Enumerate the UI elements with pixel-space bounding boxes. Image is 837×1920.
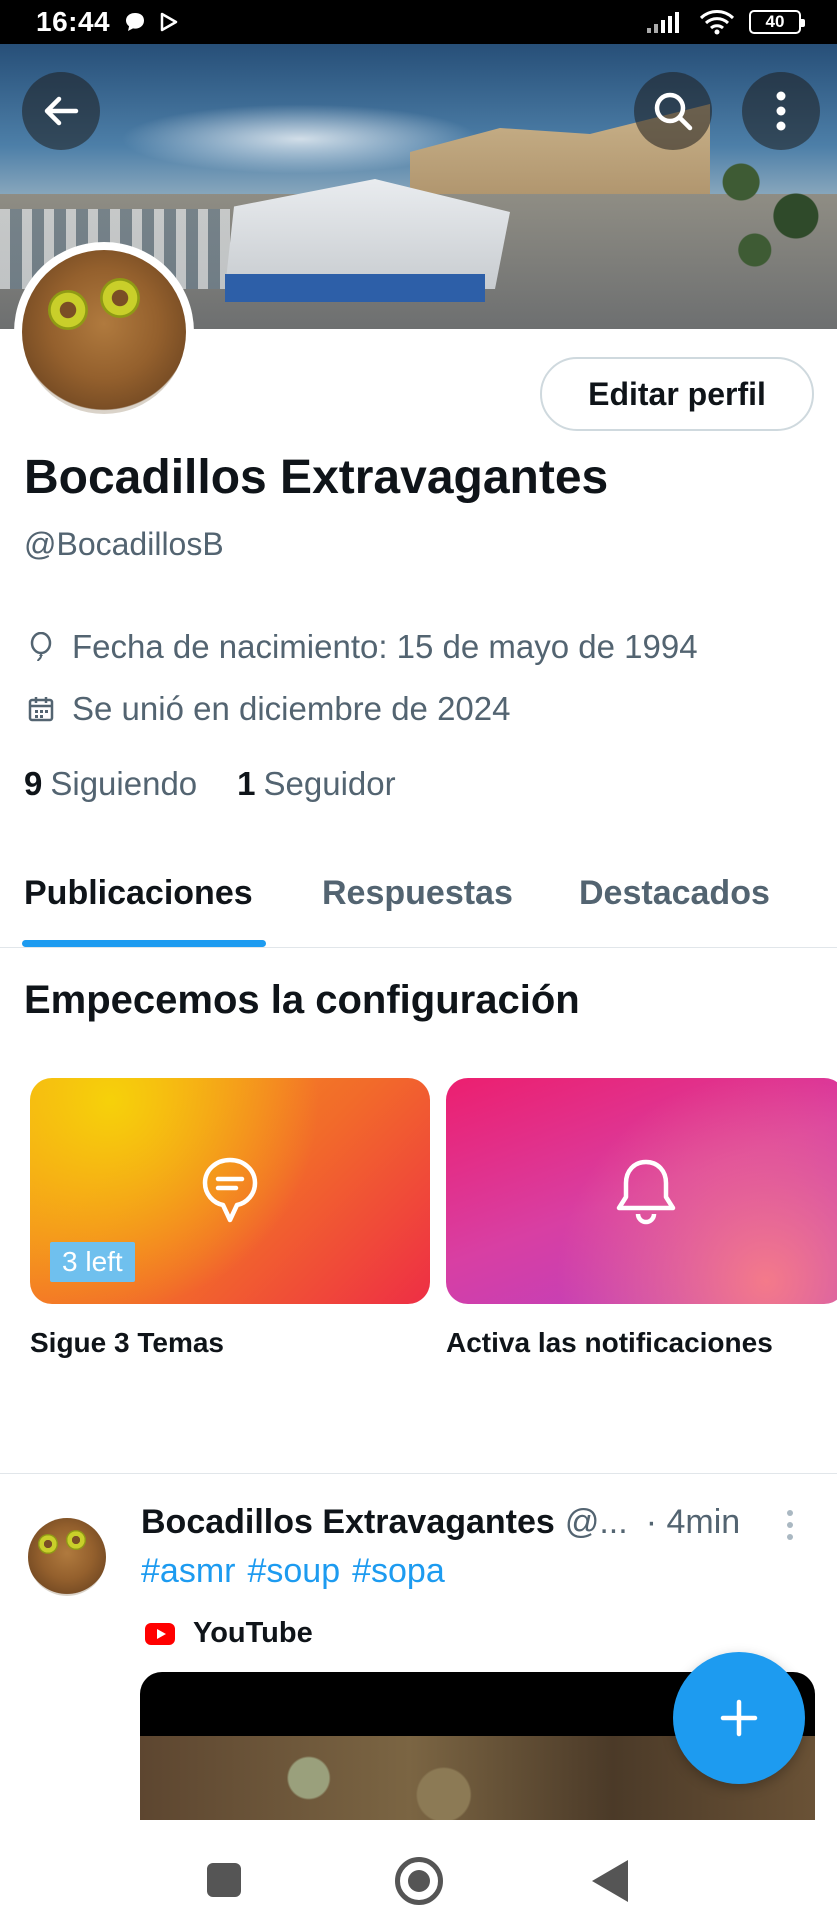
followers-link[interactable]: 1 Seguidor	[237, 765, 395, 803]
hashtag-link[interactable]: #asmr	[141, 1552, 235, 1591]
calendar-icon	[26, 694, 56, 724]
active-tab-indicator	[22, 940, 266, 947]
post-header: Bocadillos Extravagantes @... · 4min	[141, 1503, 740, 1542]
banner-building-base	[225, 274, 485, 302]
status-notification-icons	[124, 11, 178, 33]
search-icon	[654, 92, 693, 131]
battery-icon: 40	[749, 10, 805, 34]
more-vertical-icon	[787, 1510, 793, 1540]
post-hashtags: #asmr #soup #sopa	[141, 1552, 445, 1591]
birthdate-row: Fecha de nacimiento: 15 de mayo de 1994	[26, 628, 698, 666]
more-options-button[interactable]	[742, 72, 820, 150]
signal-icon	[647, 12, 679, 33]
post-author[interactable]: Bocadillos Extravagantes	[141, 1503, 555, 1542]
follow-topics-label: Sigue 3 Temas	[30, 1327, 225, 1358]
tab-respuestas[interactable]: Respuestas	[322, 874, 513, 913]
topic-bubble-icon	[202, 1157, 258, 1223]
youtube-icon	[145, 1622, 175, 1645]
post-source[interactable]: YouTube	[145, 1617, 313, 1650]
joined-text: Se unió en diciembre de 2024	[72, 690, 511, 727]
post-handle: @...	[564, 1503, 628, 1541]
setup-title: Empecemos la configuración	[24, 978, 580, 1022]
home-circle-icon[interactable]	[395, 1857, 443, 1905]
back-arrow-icon	[44, 96, 79, 126]
more-vertical-icon	[776, 91, 786, 131]
status-right-icons: 40	[645, 0, 805, 44]
system-nav-bar	[0, 1820, 837, 1920]
post-avatar[interactable]	[28, 1518, 106, 1596]
play-store-icon	[160, 12, 178, 32]
followers-label: Seguidor	[263, 765, 396, 802]
section-divider	[0, 1473, 837, 1474]
status-time: 16:44	[36, 6, 111, 37]
post-source-label: YouTube	[193, 1617, 313, 1649]
tab-destacados[interactable]: Destacados	[579, 874, 770, 913]
hashtag-link[interactable]: #soup	[247, 1552, 340, 1591]
birthdate-text: Fecha de nacimiento: 15 de mayo de 1994	[72, 628, 698, 665]
back-triangle-icon[interactable]	[592, 1860, 628, 1902]
profile-tabs: Publicaciones Respuestas Destacados	[0, 860, 837, 948]
joined-row: Se unió en diciembre de 2024	[26, 690, 510, 728]
topics-left-badge: 3 left	[50, 1242, 135, 1282]
post-time: · 4min	[645, 1503, 741, 1541]
balloon-icon	[26, 632, 56, 662]
avatar-image	[22, 250, 186, 414]
status-bar: 16:44 40	[0, 0, 837, 44]
plus-icon	[720, 1699, 758, 1737]
tab-publicaciones[interactable]: Publicaciones	[24, 874, 253, 913]
back-button[interactable]	[22, 72, 100, 150]
bell-icon	[616, 1159, 676, 1225]
post-more-button[interactable]	[785, 1509, 795, 1546]
chat-bubble-icon	[126, 13, 145, 31]
compose-button[interactable]	[673, 1652, 805, 1784]
wifi-icon	[699, 10, 735, 35]
following-label: Siguiendo	[50, 765, 198, 802]
follow-stats: 9 Siguiendo 1 Seguidor	[24, 765, 396, 803]
profile-avatar[interactable]	[14, 242, 194, 422]
edit-profile-button[interactable]: Editar perfil	[540, 357, 814, 431]
followers-count: 1	[237, 765, 256, 802]
profile-handle: @BocadillosB	[24, 526, 224, 562]
following-link[interactable]: 9 Siguiendo	[24, 765, 197, 803]
search-button[interactable]	[634, 72, 712, 150]
notifications-card[interactable]	[446, 1078, 837, 1304]
profile-name: Bocadillos Extravagantes	[24, 451, 609, 504]
notifications-label: Activa las notificaciones	[446, 1327, 773, 1358]
post-avatar-image	[28, 1518, 106, 1596]
follow-topics-card[interactable]: 3 left	[30, 1078, 430, 1304]
following-count: 9	[24, 765, 43, 802]
hashtag-link[interactable]: #sopa	[352, 1552, 445, 1591]
recents-square-icon[interactable]	[207, 1863, 241, 1897]
